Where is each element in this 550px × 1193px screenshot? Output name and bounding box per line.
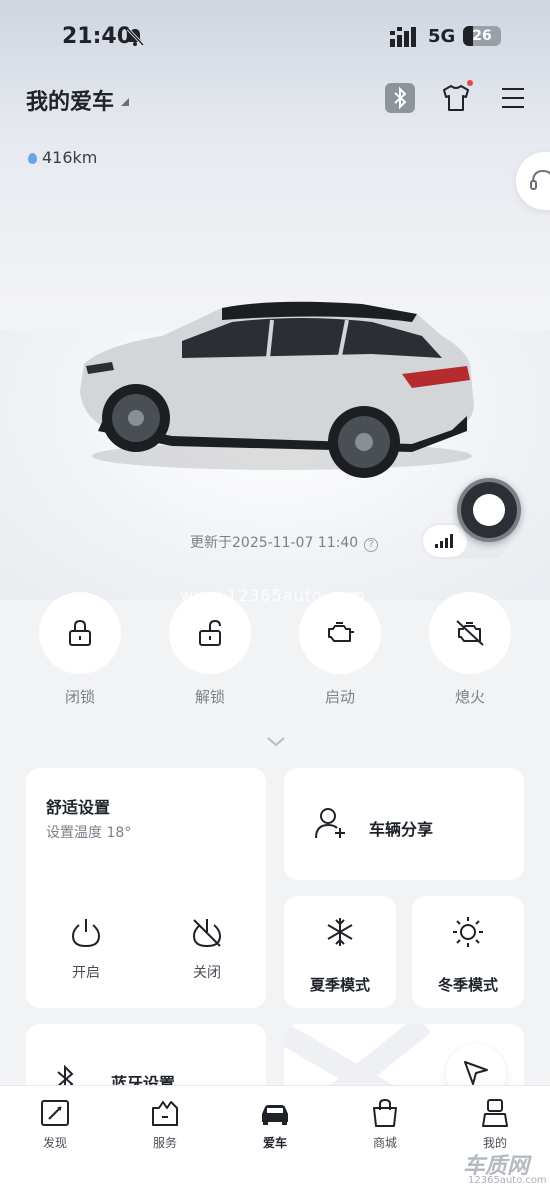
signal-strength-icon <box>435 534 453 548</box>
notification-dot <box>467 80 473 86</box>
snowflake-icon <box>327 918 353 946</box>
engine-icon <box>328 622 354 642</box>
winter-mode-label: 冬季模式 <box>437 976 498 994</box>
floating-assistant-button[interactable] <box>457 478 521 542</box>
lock-label: 闭锁 <box>64 688 95 706</box>
tab-service-label: 服务 <box>152 1136 177 1150</box>
vehicle-share-card[interactable]: 车辆分享 <box>284 768 524 880</box>
stop-label: 熄火 <box>454 688 485 706</box>
navigation-arrow-icon <box>464 1061 488 1085</box>
tab-my-car-label: 爱车 <box>262 1136 287 1150</box>
summer-mode-card[interactable]: 夏季模式 <box>284 896 396 1008</box>
vehicle-image <box>80 301 474 478</box>
vehicle-share-label: 车辆分享 <box>369 820 434 839</box>
battery-level: 26 <box>472 28 492 44</box>
summer-mode-label: 夏季模式 <box>309 976 370 994</box>
comfort-on-button[interactable]: 开启 <box>56 916 116 982</box>
comfort-temperature: 设置温度 18° <box>46 825 132 841</box>
mute-bell-icon <box>126 27 145 47</box>
service-icon <box>152 1101 178 1126</box>
headset-icon <box>530 169 550 190</box>
last-updated: 更新于2025-11-07 11:40? <box>190 532 379 552</box>
tab-service[interactable]: 服务 <box>130 1098 200 1151</box>
tab-discover-label: 发现 <box>42 1136 67 1150</box>
compass-icon <box>41 1100 69 1126</box>
tab-shop-label: 商城 <box>372 1136 397 1150</box>
comfort-off-label: 关闭 <box>193 965 221 981</box>
comfort-settings-card[interactable]: 舒适设置 设置温度 18° 开启 关闭 <box>26 768 266 1008</box>
profile-icon <box>482 1099 508 1127</box>
stop-engine-action[interactable]: 熄火 <box>429 592 511 707</box>
tab-my-car[interactable]: 爱车 <box>240 1098 310 1151</box>
engine-off-icon <box>456 620 484 646</box>
lock-action[interactable]: 闭锁 <box>39 592 121 707</box>
car-icon <box>262 1105 288 1125</box>
unlock-label: 解锁 <box>194 688 225 706</box>
bluetooth-icon <box>394 86 407 110</box>
chevron-down-icon[interactable] <box>266 736 286 748</box>
start-engine-action[interactable]: 启动 <box>299 592 381 707</box>
unlock-action[interactable]: 解锁 <box>169 592 251 707</box>
add-user-icon <box>315 808 345 839</box>
lock-icon <box>69 619 91 646</box>
comfort-off-button[interactable]: 关闭 <box>177 916 237 982</box>
sun-icon <box>453 917 483 947</box>
menu-icon[interactable] <box>500 85 526 111</box>
cell-signal-icon <box>390 27 416 47</box>
tab-profile[interactable]: 我的 <box>460 1098 530 1151</box>
power-off-icon <box>192 919 222 948</box>
range-indicator: 416km <box>28 148 97 167</box>
brand-watermark-url: 12365auto.com <box>468 1175 547 1186</box>
shop-icon <box>373 1098 397 1127</box>
battery-indicator: 26 <box>463 26 501 46</box>
title-dropdown-caret-icon[interactable] <box>121 98 129 106</box>
page-title[interactable]: 我的爱车 <box>26 84 114 116</box>
power-icon <box>71 919 101 948</box>
last-updated-text: 更新于2025-11-07 11:40 <box>190 535 359 551</box>
status-time: 21:40 <box>62 24 133 49</box>
unlock-icon <box>199 619 221 646</box>
comfort-on-label: 开启 <box>72 965 100 981</box>
network-type: 5G <box>428 26 456 47</box>
bluetooth-button[interactable] <box>385 83 415 113</box>
tab-discover[interactable]: 发现 <box>20 1098 90 1151</box>
energy-drop-icon <box>28 153 37 164</box>
start-label: 启动 <box>324 688 355 706</box>
winter-mode-card[interactable]: 冬季模式 <box>412 896 524 1008</box>
info-icon[interactable]: ? <box>364 538 379 552</box>
comfort-title: 舒适设置 <box>46 798 111 817</box>
range-value: 416km <box>42 148 98 167</box>
tab-shop[interactable]: 商城 <box>350 1098 420 1151</box>
outfit-button[interactable] <box>440 82 472 114</box>
